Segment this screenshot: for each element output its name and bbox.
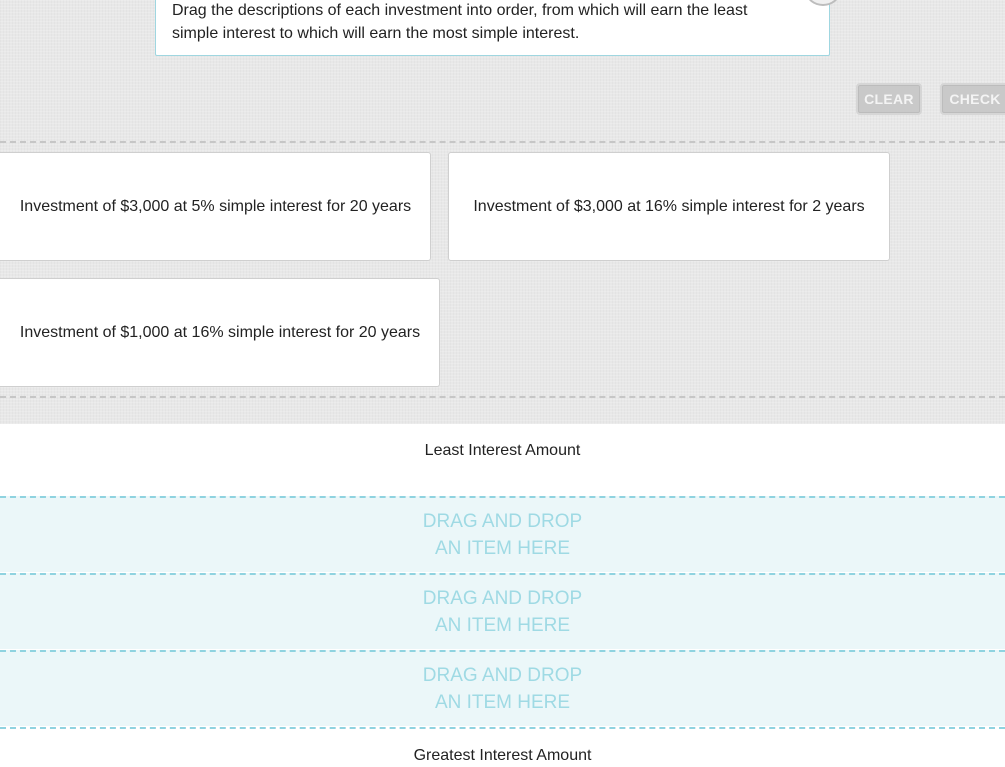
check-button[interactable]: CHECK [940, 83, 1005, 115]
clear-button[interactable]: CLEAR [856, 83, 922, 115]
card-label: Investment of $3,000 at 16% simple inter… [473, 197, 865, 215]
drop-zone-text-line-2: AN ITEM HERE [434, 692, 571, 713]
drop-zone-3[interactable]: DRAG AND DROP AN ITEM HERE [0, 650, 1005, 726]
drop-zone-1[interactable]: DRAG AND DROP AN ITEM HERE [0, 496, 1005, 572]
instruction-box: Drag the descriptions of each investment… [155, 0, 830, 56]
greatest-interest-label: Greatest Interest Amount [413, 747, 592, 764]
drop-zone-text-line-1: DRAG AND DROP [422, 665, 583, 686]
card-label: Investment of $1,000 at 16% simple inter… [19, 323, 421, 341]
drop-zone-text-line-1: DRAG AND DROP [422, 511, 583, 532]
drop-zone-2[interactable]: DRAG AND DROP AN ITEM HERE [0, 573, 1005, 649]
source-area-bottom-divider [0, 396, 1005, 398]
draggable-card[interactable]: Investment of $1,000 at 16% simple inter… [0, 278, 440, 387]
drop-zone-text-line-1: DRAG AND DROP [422, 588, 583, 609]
draggable-card[interactable]: Investment of $3,000 at 5% simple intere… [0, 152, 431, 261]
instruction-text-line-1: Drag the descriptions of each investment… [172, 2, 748, 19]
source-area-top-divider [0, 141, 1005, 143]
card-label: Investment of $3,000 at 5% simple intere… [19, 197, 412, 215]
drop-zone-text-line-2: AN ITEM HERE [434, 538, 571, 559]
draggable-card[interactable]: Investment of $3,000 at 16% simple inter… [448, 152, 890, 261]
drop-zone-bottom-divider [0, 727, 1005, 729]
drop-zone-text-line-2: AN ITEM HERE [434, 615, 571, 636]
instruction-text-line-2: simple interest to which will earn the m… [172, 25, 580, 42]
least-interest-label: Least Interest Amount [424, 442, 581, 459]
